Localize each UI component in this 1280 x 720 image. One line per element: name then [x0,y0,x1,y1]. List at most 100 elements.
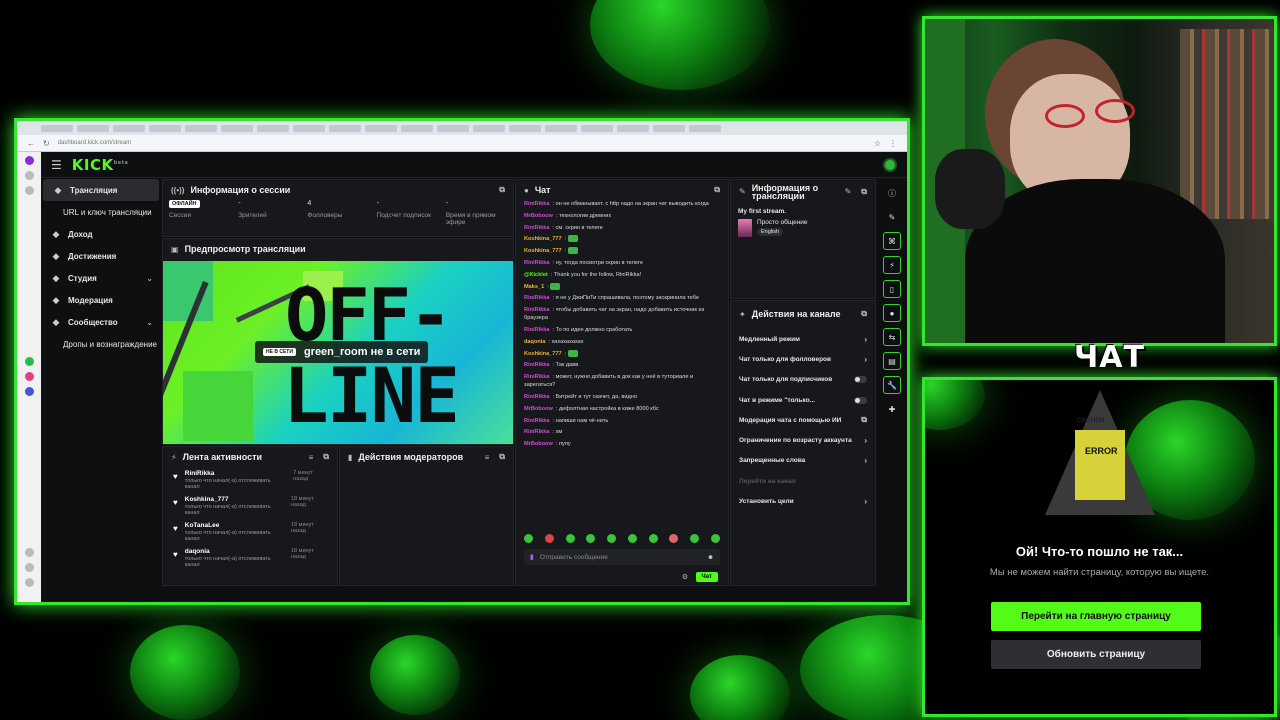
filter-icon[interactable]: ≡ [309,453,314,462]
session-stat: - Подсчет подписок [377,200,438,226]
activity-item[interactable]: ♥ KoTanaLee только что начал(-а) отслежива… [163,519,337,545]
swap-icon[interactable]: ⇆ [883,328,901,346]
channel-action-row[interactable]: Чат только для фолловеров › [731,349,875,369]
chat-username[interactable]: daqonia [524,339,545,345]
wrench-icon[interactable]: 🔧 [883,376,901,394]
broadcast-icon: ((•)) [171,185,185,195]
chat-username[interactable]: RiniRikka [524,201,550,207]
pencil-icon[interactable]: ✎ [883,208,901,226]
app-icon[interactable] [24,156,34,165]
channel-action-row[interactable]: Модерация чата с помощью ИИ ⧉ [731,410,875,430]
extensions-icon[interactable]: ⋮ [889,139,897,148]
activity-item[interactable]: ♥ daqonia только что начал(-а) отслеживать… [163,545,337,571]
trash-icon[interactable]: ▯ [883,280,901,298]
emote-icon[interactable] [586,534,596,543]
send-button[interactable]: Чат [695,572,718,582]
channel-action-row[interactable]: Чат в режиме "только... [731,390,875,410]
activity-item[interactable]: ♥ RiniRikka только что начал(-а) отслежива… [163,467,337,493]
app-icon[interactable] [24,186,34,195]
lightning-icon[interactable]: ⚡ [883,256,901,274]
popout-icon[interactable]: ⧉ [323,452,329,462]
info-icon[interactable]: ⓘ [883,184,901,202]
chat-username[interactable]: Maks_1 [524,284,544,290]
kick-logo[interactable]: KICKbeta [72,156,129,174]
popout-icon[interactable]: ⧉ [861,309,867,319]
sidebar-item[interactable]: Дропы и вознаграждение [41,333,161,355]
chat-username[interactable]: @Kicklet [524,272,548,278]
chat-icon[interactable]: ● [883,304,901,322]
clock-icon[interactable] [24,563,34,572]
popout-icon[interactable]: ⧉ [714,185,720,195]
chat-username[interactable]: RiniRikka [524,225,550,231]
chat-username[interactable]: MrBoboow [524,441,553,447]
refresh-button[interactable]: Обновить страницу [991,640,1201,669]
emote-icon[interactable] [710,534,720,543]
popout-icon[interactable]: ⧉ [861,188,867,196]
edit-icon[interactable]: ✎ [845,188,852,196]
emote-icon[interactable] [648,534,658,543]
chat-username[interactable]: RiniRikka [524,362,550,368]
settings-icon[interactable] [24,578,34,587]
sidebar-item[interactable]: URL и ключ трансляции [41,201,161,223]
sidebar-item[interactable]: ◆ Сообщество ⌄ [41,311,161,333]
channel-action-row[interactable]: Ограничение по возрасту аккаунта › [731,430,875,450]
toggle-switch[interactable] [854,376,867,384]
chat-message: RiniRikka: может, нужно добавить в док к… [524,374,694,389]
popout-icon[interactable]: ⧉ [499,452,505,462]
emote-icon[interactable] [544,534,554,543]
emote-icon[interactable] [607,534,617,543]
chat-username[interactable]: RiniRikka [524,307,550,313]
sidebar-item[interactable]: ◆ Достижения [41,245,161,267]
activity-time: 7 минут назад [293,470,313,482]
channel-action-row[interactable]: Установить цели › [731,491,875,511]
chat-username[interactable]: RiniRikka [524,260,550,266]
sidebar-item[interactable]: ◆ Студия ⌄ [41,267,161,289]
chat-username[interactable]: Koshkina_777 [524,351,562,357]
chat-input[interactable]: ▮ Отправить сообщение ☻ [524,549,720,565]
plus-icon[interactable]: ✚ [883,400,901,418]
chat-username[interactable]: Koshkina_777 [524,236,562,242]
menu-icon[interactable]: ☰ [51,158,62,172]
emote-icon[interactable] [627,534,637,543]
app-icon[interactable] [24,171,34,180]
chat-username[interactable]: RiniRikka [524,429,550,435]
back-icon[interactable]: ← [27,139,35,148]
chat-username[interactable]: RiniRikka [524,327,550,333]
channel-action-row[interactable]: Запрещенные слова › [731,451,875,471]
chat-username[interactable]: MrBoboow [524,406,553,412]
reload-icon[interactable]: ↻ [43,139,50,148]
url-field[interactable]: dashboard.kick.com/stream [58,140,866,146]
emote-icon[interactable] [565,534,575,543]
chat-username[interactable]: RiniRikka [524,394,550,400]
heart-icon[interactable] [24,548,34,557]
channel-action-row[interactable]: Чат только для подписчиков [731,370,875,390]
sidebar-item[interactable]: ◆ Трансляция [43,179,159,201]
emote-icon[interactable] [690,534,700,543]
channel-actions-list: Медленный режим › Чат только для фолловеро… [731,327,875,512]
emote-icon[interactable] [524,534,533,543]
layout-icon[interactable]: ▤ [883,352,901,370]
channel-action-row[interactable]: Медленный режим › [731,329,875,349]
popout-icon[interactable]: ⧉ [499,185,505,195]
filter-icon[interactable]: ≡ [485,453,490,462]
whatsapp-icon[interactable] [24,357,34,366]
sidebar-item[interactable]: ◆ Модерация [41,289,161,311]
chat-username[interactable]: RiniRikka [524,418,550,424]
avatar[interactable] [883,157,897,172]
toggle-switch[interactable] [854,396,867,404]
star-icon[interactable]: ☆ [874,139,881,148]
chat-username[interactable]: Koshkina_777 [524,248,562,254]
mic-icon[interactable]: ▮ [530,553,534,561]
messenger-icon[interactable] [24,387,34,396]
activity-item[interactable]: ♥ Koshkina_777 только что начал(-а) отслеж… [163,493,337,519]
raid-icon[interactable]: ⌘ [883,232,901,250]
chat-username[interactable]: RiniRikka [524,374,550,380]
instagram-icon[interactable] [24,372,34,381]
go-home-button[interactable]: Перейти на главную страницу [991,602,1201,631]
sidebar-item[interactable]: ◆ Доход [41,223,161,245]
emote-icon[interactable] [669,534,679,543]
emoji-icon[interactable]: ☻ [707,554,714,561]
gear-icon[interactable]: ⚙ [682,573,688,581]
chat-username[interactable]: MrBoboow [524,213,553,219]
chat-username[interactable]: RiniRikka [524,295,550,301]
